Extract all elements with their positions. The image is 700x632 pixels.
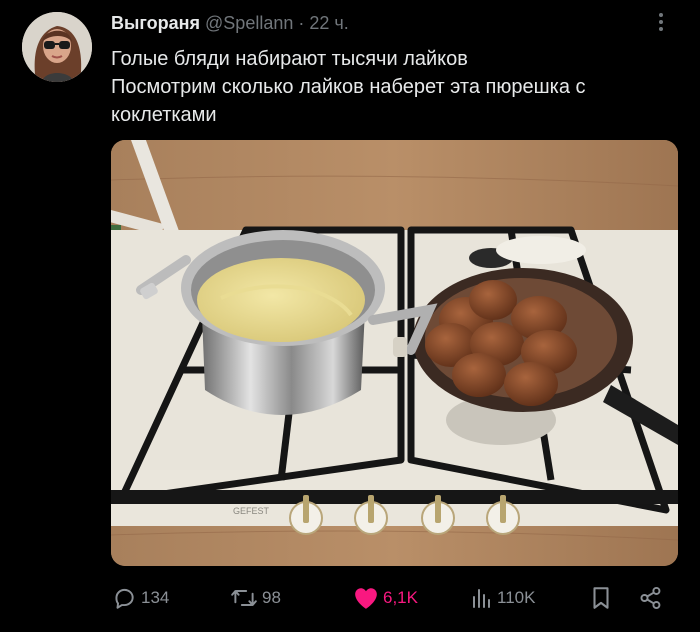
views-button[interactable]: 110K xyxy=(469,584,535,612)
author-avatar[interactable] xyxy=(22,12,92,82)
tweet-timestamp[interactable]: 22 ч. xyxy=(309,13,348,33)
avatar-image xyxy=(22,12,92,82)
more-options-button[interactable] xyxy=(651,10,671,38)
heart-icon xyxy=(355,588,377,609)
tweet-photo[interactable]: GEFEST xyxy=(111,140,678,566)
reply-count: 134 xyxy=(141,588,170,607)
tweet-text: Голые бляди набирают тысячи лайков Посмо… xyxy=(111,45,671,129)
share-button[interactable] xyxy=(638,584,668,612)
more-dot-icon xyxy=(659,13,663,17)
repost-button[interactable]: 98 xyxy=(230,584,281,612)
author-name[interactable]: Выгораня xyxy=(111,13,200,33)
views-icon xyxy=(473,589,490,608)
repost-icon xyxy=(231,590,257,606)
share-icon xyxy=(640,586,661,610)
stove-brand-label: GEFEST xyxy=(233,506,270,516)
more-dot-icon xyxy=(659,20,663,24)
like-count: 6,1K xyxy=(383,588,418,607)
author-handle[interactable]: @Spellann xyxy=(205,13,293,33)
more-dot-icon xyxy=(659,27,663,31)
views-count: 110K xyxy=(497,588,536,607)
tweet-header: Выгораня @Spellann · 22 ч. xyxy=(111,13,349,33)
reply-icon xyxy=(115,588,134,609)
reply-button[interactable]: 134 xyxy=(111,584,169,612)
like-button[interactable]: 6,1K xyxy=(353,584,418,612)
photo-image: GEFEST xyxy=(111,140,678,566)
tweet-actions: 134 98 6,1K 110K xyxy=(0,584,700,614)
tweet-text-line: Посмотрим сколько лайков наберет эта пюр… xyxy=(111,76,586,98)
repost-count: 98 xyxy=(262,588,281,607)
tweet-text-line: Голые бляди набирают тысячи лайков xyxy=(111,48,468,70)
bookmark-icon xyxy=(593,587,609,609)
separator-dot: · xyxy=(298,13,305,33)
tweet-text-line: коклетками xyxy=(111,104,217,126)
bookmark-button[interactable] xyxy=(590,584,616,612)
